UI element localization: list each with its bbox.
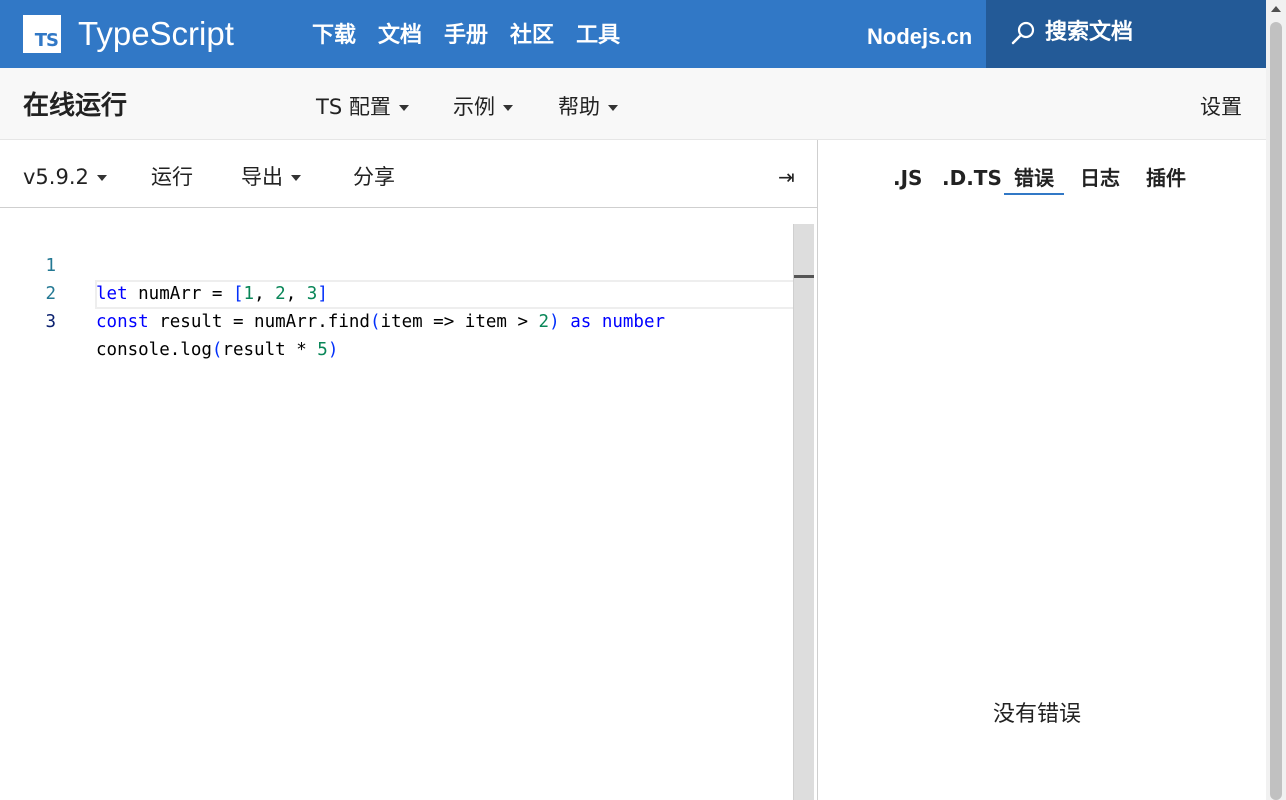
typescript-logo[interactable]: TS <box>23 15 61 53</box>
code-line[interactable]: 1 let numArr = [1, 2, 3] <box>0 224 793 304</box>
ts-config-label: TS 配置 <box>316 95 391 119</box>
active-tab-indicator <box>1004 193 1064 195</box>
share-label: 分享 <box>353 165 395 189</box>
nav-link-tools[interactable]: 工具 <box>576 20 620 52</box>
chevron-down-icon <box>503 105 513 111</box>
chevron-down-icon <box>398 105 409 111</box>
collapse-panel-icon[interactable]: ⇥ <box>778 165 795 189</box>
editor-scrollbar[interactable] <box>793 224 814 800</box>
nav-link-download[interactable]: 下载 <box>312 20 356 52</box>
line-number: 3 <box>45 312 56 332</box>
share-button[interactable]: 分享 <box>353 162 395 192</box>
export-label: 导出 <box>241 165 283 189</box>
examples-label: 示例 <box>453 95 495 119</box>
nav-link-docs[interactable]: 文档 <box>378 20 422 52</box>
run-label: 运行 <box>151 165 193 189</box>
no-errors-message: 没有错误 <box>993 702 1082 727</box>
examples-menu[interactable]: 示例 <box>453 92 513 122</box>
scroll-up-arrow-icon[interactable] <box>1271 6 1281 12</box>
nodejs-link[interactable]: Nodejs.cn <box>867 22 972 52</box>
tab-logs[interactable]: 日志 <box>1080 164 1120 192</box>
editor-toolbar <box>0 140 817 208</box>
chevron-down-icon <box>608 105 618 111</box>
search-icon <box>1011 21 1035 45</box>
pane-divider[interactable] <box>817 140 818 800</box>
top-nav-links: 下载 文档 手册 社区 工具 <box>312 20 620 52</box>
ts-config-menu[interactable]: TS 配置 <box>316 92 409 122</box>
code-line[interactable]: 2 const result = numArr.find(item => ite… <box>0 252 793 332</box>
app-root: TS TypeScript 下载 文档 手册 社区 工具 Nodejs.cn 搜… <box>0 0 1286 800</box>
help-label: 帮助 <box>558 95 600 119</box>
chevron-down-icon <box>96 175 107 181</box>
tab-errors[interactable]: 错误 <box>1014 164 1054 192</box>
version-select[interactable]: v5.9.2 <box>23 162 107 192</box>
page-scrollbar-thumb[interactable] <box>1270 22 1282 800</box>
version-label: v5.9.2 <box>23 165 89 189</box>
search-docs-label[interactable]: 搜索文档 <box>1045 18 1133 48</box>
help-menu[interactable]: 帮助 <box>558 92 618 122</box>
scrollbar-cursor-marker <box>794 275 814 278</box>
nav-link-community[interactable]: 社区 <box>510 20 554 52</box>
brand-name[interactable]: TypeScript <box>78 13 234 55</box>
export-menu[interactable]: 导出 <box>241 162 301 192</box>
nav-link-handbook[interactable]: 手册 <box>444 20 488 52</box>
code-text: const result = numArr.find(item => item … <box>96 312 666 332</box>
playground-header <box>0 68 1266 140</box>
chevron-down-icon <box>291 175 301 181</box>
tab-plugins[interactable]: 插件 <box>1146 164 1186 192</box>
code-line[interactable]: 3 console.log(result * 5) <box>0 280 793 360</box>
tab-dts[interactable]: .D.TS <box>942 164 1002 192</box>
tab-js[interactable]: .JS <box>893 164 922 192</box>
code-text: console.log(result * 5) <box>96 340 339 360</box>
logo-text: TS <box>34 30 59 51</box>
settings-button[interactable]: 设置 <box>1200 92 1242 122</box>
run-button[interactable]: 运行 <box>151 162 193 192</box>
page-title: 在线运行 <box>23 91 128 121</box>
